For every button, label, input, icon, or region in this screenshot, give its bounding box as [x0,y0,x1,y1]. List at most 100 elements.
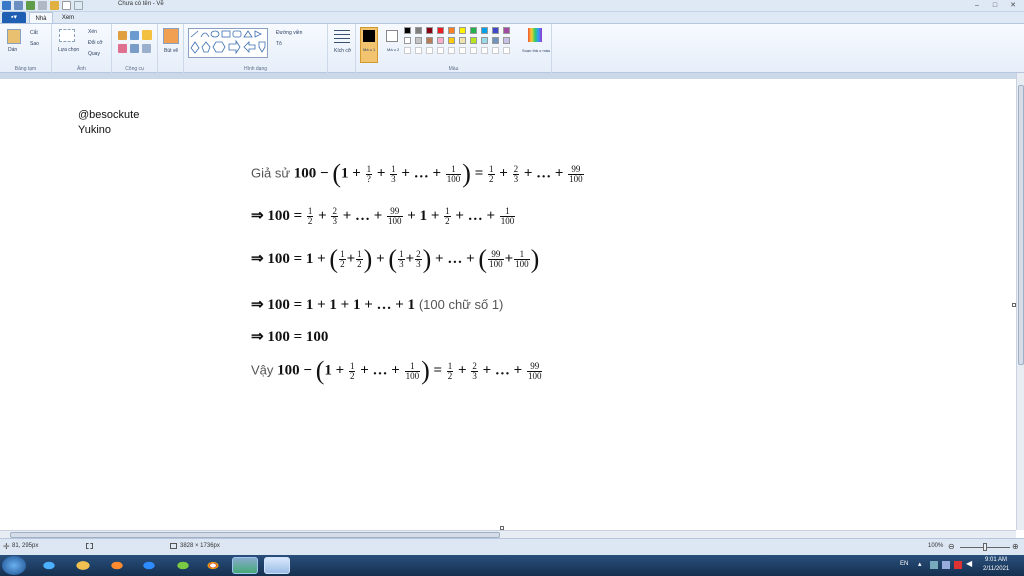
vertical-scroll-thumb[interactable] [1018,85,1024,365]
title-bar: Chưa có tên - Vẽ – □ ✕ [0,0,1024,12]
palette-swatch[interactable] [481,37,488,44]
author-name: Yukino [78,124,112,136]
edit-colors-icon[interactable] [528,28,542,42]
palette-swatch[interactable] [426,27,433,34]
drawing-canvas[interactable]: @besockute Yukino Giả sử 100 − (1 + 1? +… [0,79,1016,530]
taskbar-zoom-icon[interactable] [136,557,162,574]
color2-swatch[interactable] [386,30,398,42]
shapes-gallery[interactable] [188,28,268,58]
save-icon[interactable] [14,1,23,10]
brush-icon[interactable] [163,28,179,44]
palette-swatch[interactable] [481,27,488,34]
paste-icon[interactable] [7,29,21,44]
palette-swatch[interactable] [437,27,444,34]
taskbar: EN ▴ ◀ 9:01 AM 2/11/2021 [0,555,1024,576]
crop-button[interactable]: Xén [88,29,97,35]
palette-empty-swatch[interactable] [459,47,466,54]
tray-icon[interactable] [930,561,938,569]
close-button[interactable]: ✕ [1006,1,1020,10]
fill-bucket-icon[interactable] [130,31,139,40]
canvas-area[interactable]: @besockute Yukino Giả sử 100 − (1 + 1? +… [0,73,1016,530]
math-line-5: ⇒ 100 = 100 [251,329,329,345]
palette-empty-swatch[interactable] [415,47,422,54]
fraction: 12 [488,163,495,184]
antivirus-tray-icon[interactable] [954,561,962,569]
palette-swatch[interactable] [426,37,433,44]
select-icon[interactable] [59,29,75,42]
maximize-button[interactable]: □ [988,1,1002,10]
taskbar-photos-icon[interactable] [232,557,258,574]
redo-icon[interactable] [38,1,47,10]
size-button[interactable]: Kích cỡ [334,48,351,54]
eraser-icon[interactable] [118,44,127,53]
palette-swatch[interactable] [492,27,499,34]
palette-empty-swatch[interactable] [448,47,455,54]
taskbar-ie-icon[interactable] [36,557,62,574]
palette-empty-swatch[interactable] [481,47,488,54]
clock-time[interactable]: 9:01 AM [985,557,1007,563]
text-tool-icon[interactable] [142,30,152,40]
palette-swatch[interactable] [492,37,499,44]
edit-colors-button[interactable]: Soạn thả o màu [522,48,550,53]
zoom-slider-thumb[interactable] [983,543,987,551]
file-menu-button[interactable]: ▪▾ [2,12,26,23]
math-line-6: Vậy 100 − (1 + 12 + … + 1 100) = 12 + 23 … [251,356,543,385]
palette-swatch[interactable] [459,27,466,34]
palette-empty-swatch[interactable] [404,47,411,54]
cursor-position: 81, 295px [12,543,39,549]
outline-button[interactable]: Đường viền [276,30,302,36]
palette-swatch[interactable] [437,37,444,44]
rotate-button[interactable]: Quay [88,51,100,57]
palette-swatch[interactable] [470,37,477,44]
new-icon[interactable] [62,1,71,10]
palette-swatch[interactable] [459,37,466,44]
palette-swatch[interactable] [448,37,455,44]
palette-swatch[interactable] [404,37,411,44]
undo-icon[interactable] [26,1,35,10]
color-picker-icon[interactable] [130,44,139,53]
cut-button[interactable]: Cắt [30,30,38,36]
magnifier-icon[interactable] [142,44,151,53]
taskbar-explorer-icon[interactable] [70,557,96,574]
open-icon[interactable] [50,1,59,10]
horizontal-scrollbar[interactable] [0,530,1016,538]
palette-swatch[interactable] [503,27,510,34]
taskbar-chrome-icon[interactable] [200,557,226,574]
palette-empty-swatch[interactable] [437,47,444,54]
paste-button[interactable]: Dán [8,47,17,53]
fraction: 12 [444,206,451,227]
palette-empty-swatch[interactable] [470,47,477,54]
paint-app-icon[interactable] [2,1,11,10]
clock-date[interactable]: 2/11/2021 [983,566,1009,572]
palette-swatch[interactable] [448,27,455,34]
palette-empty-swatch[interactable] [426,47,433,54]
zoom-in-button[interactable]: ⊕ [1012,542,1019,551]
start-button[interactable] [2,556,26,575]
palette-swatch[interactable] [404,27,411,34]
language-indicator[interactable]: EN [900,561,908,567]
palette-swatch[interactable] [470,27,477,34]
tray-arrow-icon[interactable]: ▴ [918,560,922,568]
palette-empty-swatch[interactable] [503,47,510,54]
zoom-out-button[interactable]: ⊖ [948,542,955,551]
size-lines-icon[interactable] [334,30,350,44]
brushes-button[interactable]: Bút vẽ [164,48,178,54]
vertical-scrollbar[interactable] [1016,73,1024,530]
select-button[interactable]: Lựa chọn [58,47,79,53]
palette-empty-swatch[interactable] [492,47,499,54]
taskbar-media-player-icon[interactable] [104,557,130,574]
copy-button[interactable]: Sao [30,41,39,47]
palette-swatch[interactable] [415,37,422,44]
pencil-icon[interactable] [118,31,127,40]
resize-button[interactable]: Đổi cỡ [88,40,103,46]
taskbar-green-app-icon[interactable] [170,557,196,574]
fill-button[interactable]: Tô [276,41,282,47]
brushes-group: Bút vẽ [158,24,184,73]
customize-toolbar-icon[interactable] [74,1,83,10]
tray-icon[interactable] [942,561,950,569]
palette-swatch[interactable] [503,37,510,44]
volume-icon[interactable]: ◀ [966,559,972,568]
taskbar-paint-icon[interactable] [264,557,290,574]
minimize-button[interactable]: – [970,1,984,10]
palette-swatch[interactable] [415,27,422,34]
